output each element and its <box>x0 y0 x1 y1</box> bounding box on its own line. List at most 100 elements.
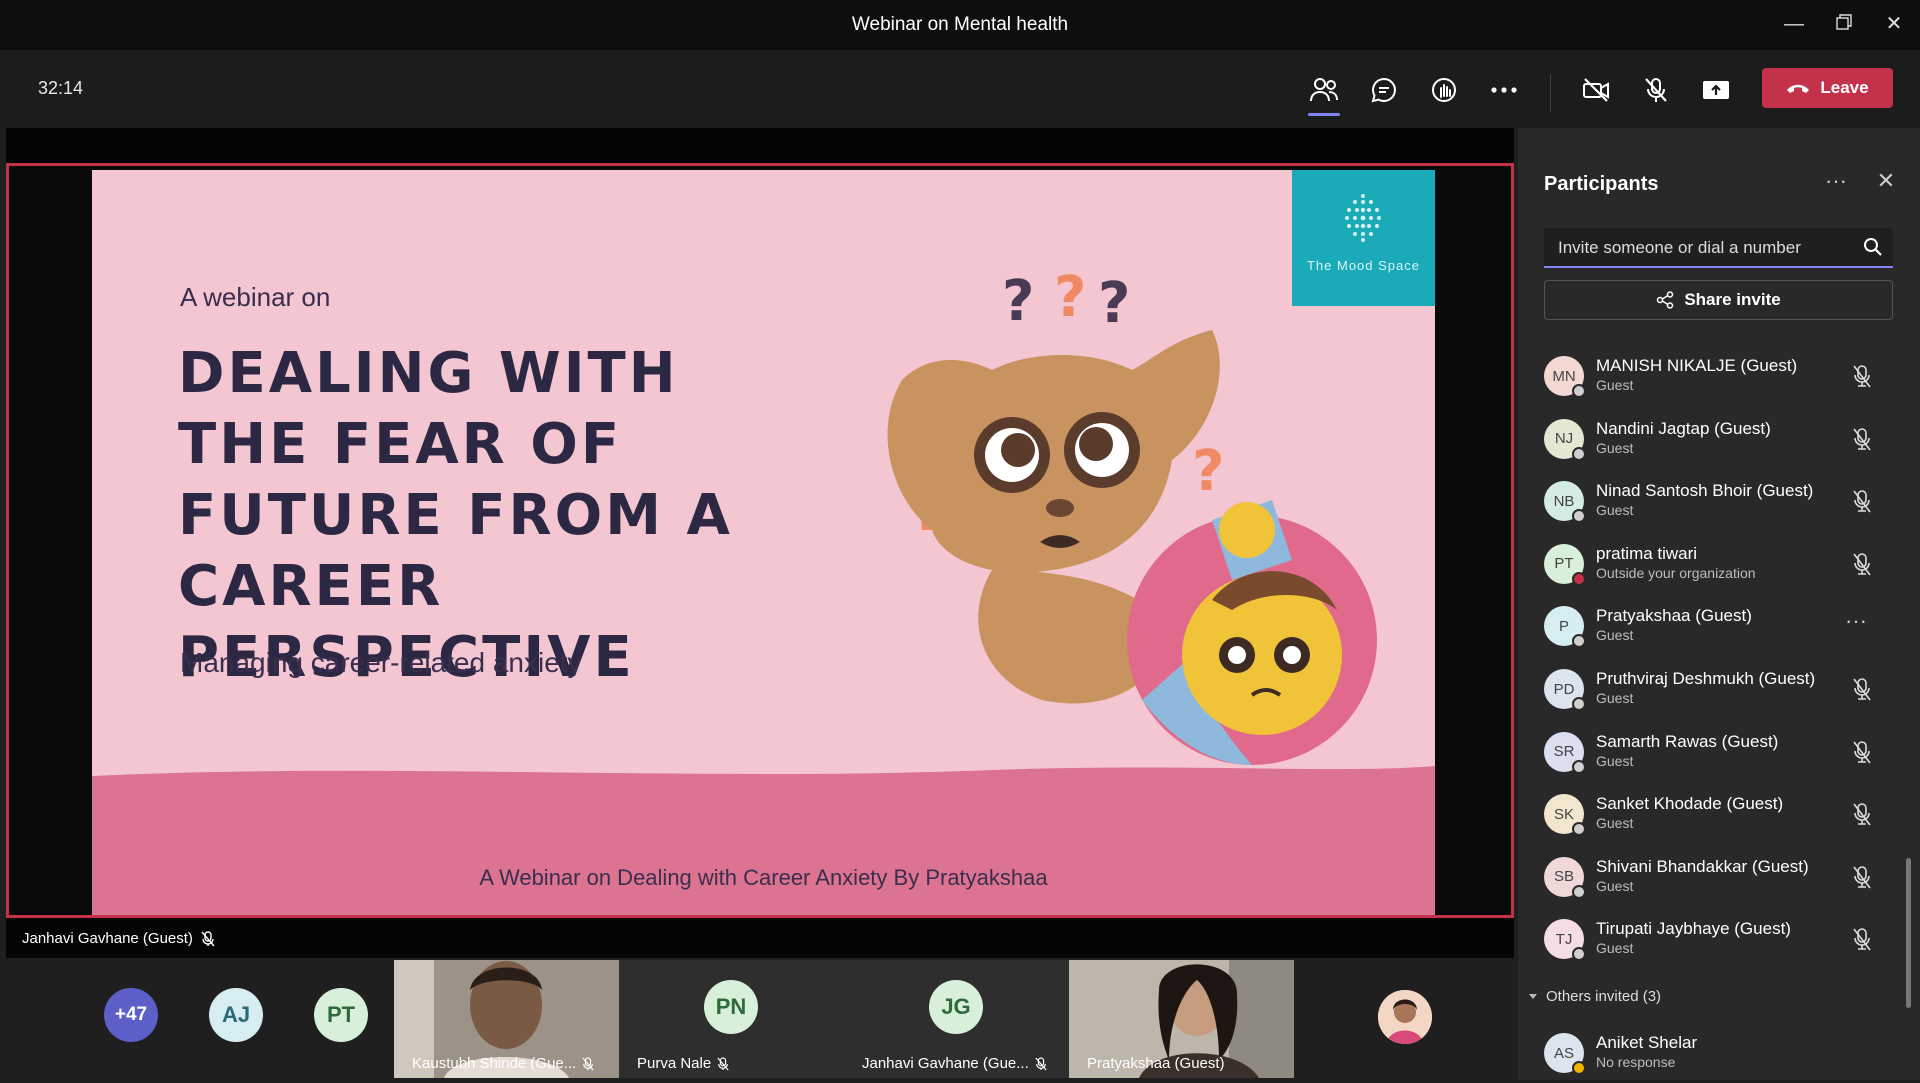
others-invited-label: Others invited (3) <box>1546 988 1662 1005</box>
video-tile[interactable]: PN Purva Nale <box>619 960 844 1078</box>
participant-row[interactable]: NB Ninad Santosh Bhoir (Guest) Guest <box>1518 471 1920 531</box>
mic-button[interactable] <box>1634 70 1678 110</box>
avatar-initials: MN <box>1552 367 1576 385</box>
slide-subtitle: Managing career-related anxiety <box>180 647 582 678</box>
mic-off-icon <box>1853 365 1871 388</box>
reactions-button[interactable] <box>1422 70 1466 110</box>
presence-status <box>1572 884 1586 899</box>
presence-status <box>1572 509 1586 524</box>
avatar-initials: AJ <box>221 1002 251 1027</box>
participant-role: Guest <box>1596 377 1634 393</box>
leave-button[interactable]: Leave <box>1762 68 1893 108</box>
panel-more-icon[interactable]: ··· <box>1818 168 1854 198</box>
close-window-icon[interactable]: ✕ <box>1876 8 1912 40</box>
avatar-initials: JG <box>941 994 971 1019</box>
participant-row[interactable]: TJ Tirupati Jaybhaye (Guest) Guest <box>1518 909 1920 969</box>
stage-area: A webinar on DEALING WITH THE FEAR OF FU… <box>0 128 1515 958</box>
video-tile[interactable]: JG Janhavi Gavhane (Gue... <box>844 960 1069 1078</box>
leave-label: Leave <box>1820 78 1869 97</box>
camera-off-icon <box>1583 78 1609 102</box>
person-photo <box>1378 990 1432 1044</box>
participant-role: Guest <box>1596 877 1634 894</box>
mic-off-icon <box>1853 865 1871 889</box>
participant-name: Ninad Santosh Bhoir (Guest) <box>1596 481 1814 501</box>
participant-mic <box>1848 863 1876 891</box>
shared-screen: A webinar on DEALING WITH THE FEAR OF FU… <box>6 163 1514 918</box>
chat-icon <box>1371 77 1396 103</box>
panel-scrollbar[interactable] <box>1906 858 1911 1008</box>
chevron-down-icon <box>1529 993 1537 999</box>
participant-row[interactable]: SB Shivani Bhandakkar (Guest) Guest <box>1518 847 1920 907</box>
more-icon <box>1491 87 1517 93</box>
presence-status <box>1572 446 1586 461</box>
meeting-timer: 32:14 <box>38 78 84 98</box>
participant-row[interactable]: P Pratyakshaa (Guest) Guest ··· <box>1518 596 1920 656</box>
presence-status <box>1572 384 1586 398</box>
overflow-count: +47 <box>114 1004 148 1025</box>
more-actions-button[interactable] <box>1482 70 1526 110</box>
participant-mic <box>1848 487 1876 515</box>
participant-name: Sanket Khodade (Guest) <box>1596 794 1784 814</box>
share-invite-button[interactable]: Share invite <box>1544 280 1893 320</box>
invite-field[interactable] <box>1544 228 1893 268</box>
invite-input[interactable] <box>1558 236 1858 260</box>
slide-intro: A webinar on <box>180 282 331 312</box>
tile-name: Kaustubh Shinde (Gue... <box>412 1055 577 1072</box>
participant-row[interactable]: MN MANISH NIKALJE (Guest) Guest <box>1518 346 1920 406</box>
share-screen-button[interactable] <box>1694 70 1738 110</box>
window-title: Webinar on Mental health <box>851 14 1069 35</box>
participant-row[interactable]: PD Pruthviraj Deshmukh (Guest) Guest <box>1518 659 1920 719</box>
mic-off-icon <box>1853 490 1871 513</box>
restore-icon[interactable] <box>1826 8 1862 40</box>
participant-role: Guest <box>1596 752 1634 769</box>
participant-mic <box>1848 738 1876 766</box>
invited-row[interactable]: AS Aniket Shelar No response <box>1518 1023 1920 1083</box>
gallery-avatar: PN <box>704 980 758 1034</box>
more-options-icon[interactable]: ··· <box>1840 608 1872 636</box>
participants-button[interactable] <box>1302 70 1346 116</box>
slide-footer: A Webinar on Dealing with Career Anxiety… <box>479 865 1048 890</box>
presenter-label: Janhavi Gavhane (Guest) <box>6 918 1514 958</box>
video-tile[interactable]: Pratyakshaa (Guest) <box>1069 960 1294 1078</box>
participant-row[interactable]: PT pratima tiwari Outside your organizatio… <box>1518 534 1920 594</box>
video-tile[interactable]: Kaustubh Shinde (Gue... <box>394 960 619 1078</box>
participant-row[interactable]: NJ Nandini Jagtap (Guest) Guest <box>1518 409 1920 469</box>
tile-name: Janhavi Gavhane (Gue... <box>862 1055 1029 1072</box>
mic-off-icon <box>717 1056 729 1070</box>
mic-off-icon <box>582 1056 594 1070</box>
participant-name: Pruthviraj Deshmukh (Guest) <box>1596 669 1816 688</box>
svg-text:?: ? <box>1002 269 1034 334</box>
avatar-initials: AS <box>1553 1044 1574 1062</box>
mic-off-icon <box>1853 678 1871 701</box>
presence-status <box>1572 697 1586 711</box>
mic-off-icon <box>1853 427 1871 451</box>
chat-button[interactable] <box>1362 70 1406 110</box>
camera-button[interactable] <box>1574 70 1618 110</box>
participant-name: Nandini Jagtap (Guest) <box>1596 418 1771 438</box>
participant-mic <box>1848 425 1876 453</box>
overflow-participants-button[interactable]: +47 <box>104 988 158 1042</box>
profile-photo-avatar[interactable] <box>1378 990 1432 1044</box>
search-icon[interactable] <box>1863 237 1883 257</box>
logo-dots-icon <box>1345 194 1381 242</box>
others-invited-toggle[interactable]: Others invited (3) <box>1528 988 1661 1005</box>
panel-close-icon[interactable]: ✕ <box>1868 168 1904 198</box>
participant-name: MANISH NIKALJE (Guest) <box>1596 356 1798 375</box>
presenter-name-row: Janhavi Gavhane (Guest) <box>22 930 215 947</box>
presence-status <box>1572 1061 1586 1075</box>
participant-role: Guest <box>1596 627 1634 644</box>
minimize-icon[interactable]: — <box>1776 8 1812 40</box>
gallery-avatar: JG <box>929 980 983 1034</box>
avatar-initials: SB <box>1553 868 1574 886</box>
presence-status <box>1572 571 1586 586</box>
tile-name: Pratyakshaa (Guest) <box>1087 1055 1225 1072</box>
participant-row[interactable]: SR Samarth Rawas (Guest) Guest <box>1518 722 1920 782</box>
gallery-avatar[interactable]: PT <box>314 988 368 1042</box>
participant-mic <box>1848 362 1876 390</box>
gallery-avatar[interactable]: AJ <box>209 988 263 1042</box>
svg-text:?: ? <box>1192 439 1224 504</box>
mic-off-icon <box>1853 803 1871 826</box>
participant-row[interactable]: SK Sanket Khodade (Guest) Guest <box>1518 784 1920 844</box>
svg-text:?: ? <box>1054 265 1086 330</box>
tile-name-row: Purva Nale <box>637 1055 729 1072</box>
